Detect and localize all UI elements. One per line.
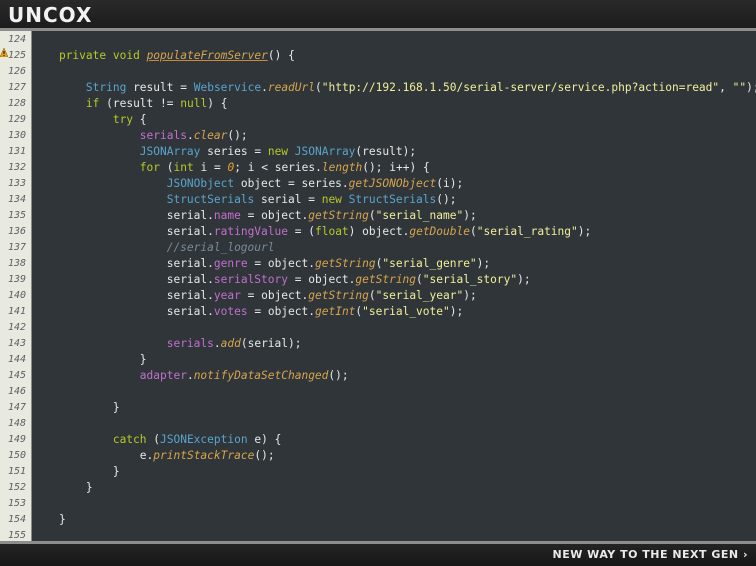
line-number: 136 xyxy=(8,226,27,237)
line-number: 153 xyxy=(8,498,27,509)
code-line[interactable]: serial.serialStory = object.getString("s… xyxy=(32,272,531,288)
line-number: 133 xyxy=(8,178,27,189)
code-line[interactable]: JSONObject object = series.getJSONObject… xyxy=(32,176,464,192)
line-number: 137 xyxy=(8,242,27,253)
line-number: 140 xyxy=(8,290,27,301)
code-line[interactable]: //serial_logourl xyxy=(32,240,275,256)
code-line[interactable]: serials.add(serial); xyxy=(32,336,302,352)
line-number: 125 xyxy=(8,50,27,61)
line-number: 124 xyxy=(8,34,27,45)
code-line[interactable]: serial.votes = object.getInt("serial_vot… xyxy=(32,304,464,320)
line-number: 132 xyxy=(8,162,27,173)
line-number: 150 xyxy=(8,450,27,461)
line-number: 145 xyxy=(8,370,27,381)
line-number: 126 xyxy=(8,66,27,77)
line-number: 149 xyxy=(8,434,27,445)
line-number: 139 xyxy=(8,274,27,285)
tagline: NEW WAY TO THE NEXT GEN › xyxy=(553,548,749,561)
line-number: 141 xyxy=(8,306,27,317)
tagline-text: NEW WAY TO THE NEXT GEN xyxy=(552,548,739,561)
line-number: 154 xyxy=(8,514,27,525)
code-line[interactable]: } xyxy=(32,352,147,368)
code-line[interactable]: String result = Webservice.readUrl("http… xyxy=(32,80,756,96)
line-number: 127 xyxy=(8,82,27,93)
line-number: 151 xyxy=(8,466,27,477)
line-number: 134 xyxy=(8,194,27,205)
code-line[interactable]: serial.year = object.getString("serial_y… xyxy=(32,288,477,304)
logo: UNCOX xyxy=(8,3,93,27)
code-line[interactable]: try { xyxy=(32,112,147,128)
chevron-right-icon: › xyxy=(742,548,748,561)
code-line[interactable]: StructSerials serial = new StructSerials… xyxy=(32,192,457,208)
code-line[interactable]: } xyxy=(32,464,120,480)
code-line[interactable]: for (int i = 0; i < series.length(); i++… xyxy=(32,160,430,176)
line-number: 130 xyxy=(8,130,27,141)
code-line[interactable]: if (result != null) { xyxy=(32,96,228,112)
line-number-gutter: 124 125 126 127 128 129 130 131 132 133 134 135 136 1… xyxy=(0,31,32,541)
line-number: 144 xyxy=(8,354,27,365)
code-line[interactable]: JSONArray series = new JSONArray(result)… xyxy=(32,144,416,160)
code-line[interactable]: serials.clear(); xyxy=(32,128,248,144)
code-area[interactable]: private void populateFromServer() { Stri… xyxy=(32,31,756,541)
code-line[interactable]: } xyxy=(32,512,66,528)
top-banner: UNCOX xyxy=(0,0,756,28)
code-line[interactable]: } xyxy=(32,400,120,416)
line-number: 147 xyxy=(8,402,27,413)
line-number: 138 xyxy=(8,258,27,269)
code-line[interactable]: private void populateFromServer() { xyxy=(32,48,295,64)
code-line[interactable]: e.printStackTrace(); xyxy=(32,448,275,464)
line-number: 131 xyxy=(8,146,27,157)
bottom-banner: NEW WAY TO THE NEXT GEN › xyxy=(0,544,756,566)
line-number: 152 xyxy=(8,482,27,493)
line-number: 129 xyxy=(8,114,27,125)
line-number: 155 xyxy=(8,530,27,541)
code-line[interactable]: } xyxy=(32,480,93,496)
code-editor[interactable]: 124 125 126 127 128 129 130 131 132 133 134 135 136 1… xyxy=(0,31,756,541)
line-number: 142 xyxy=(8,322,27,333)
code-line[interactable]: serial.name = object.getString("serial_n… xyxy=(32,208,477,224)
warning-icon[interactable] xyxy=(0,48,8,57)
code-line[interactable]: adapter.notifyDataSetChanged(); xyxy=(32,368,349,384)
code-line[interactable]: serial.ratingValue = (float) object.getD… xyxy=(32,224,592,240)
line-number: 128 xyxy=(8,98,27,109)
code-line[interactable]: serial.genre = object.getString("serial_… xyxy=(32,256,490,272)
line-number: 148 xyxy=(8,418,27,429)
line-number: 135 xyxy=(8,210,27,221)
line-number: 146 xyxy=(8,386,27,397)
code-line[interactable]: catch (JSONException e) { xyxy=(32,432,281,448)
line-number: 143 xyxy=(8,338,27,349)
